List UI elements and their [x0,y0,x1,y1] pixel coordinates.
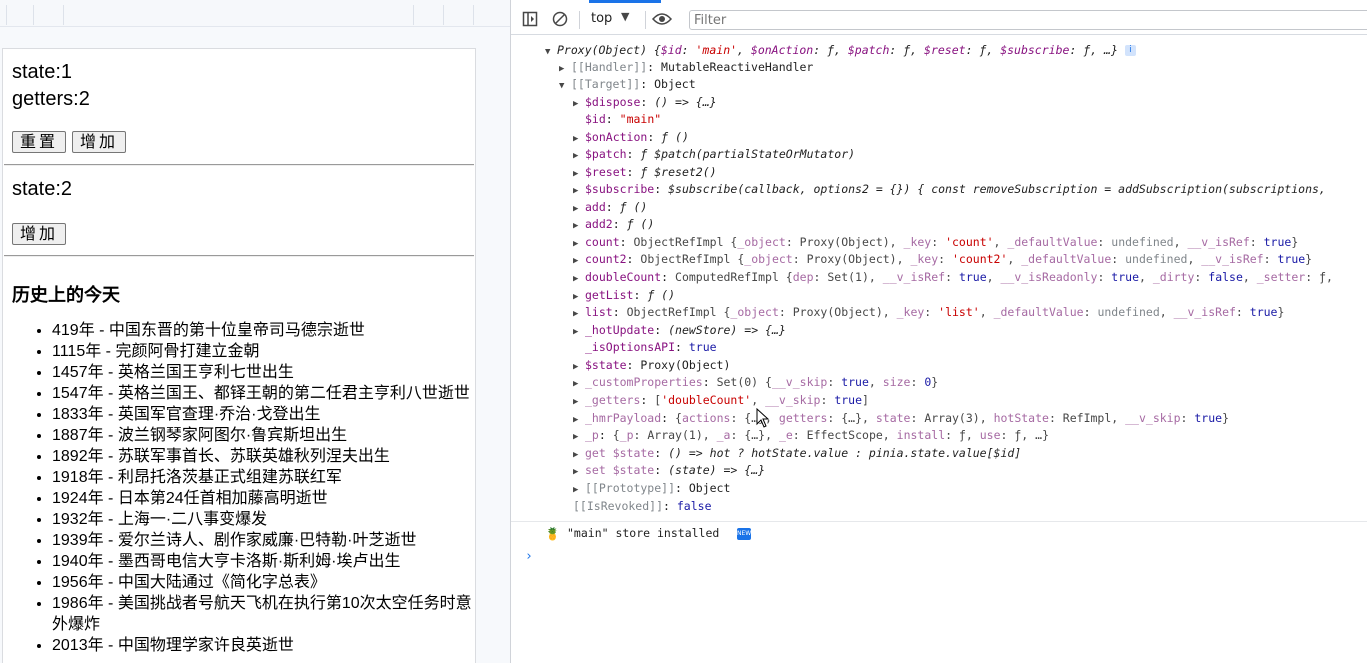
history-item: 1986年 - 美国挑战者号航天飞机在执行第10次太空任务时意外爆炸 [52,593,474,635]
tree-row[interactable]: ▶ $state: Proxy(Object) [573,357,730,374]
tree-row: _isOptionsAPI: true [585,340,717,354]
divider [4,164,474,166]
info-icon[interactable]: i [1124,45,1136,56]
history-item: 1887年 - 波兰钢琴家阿图尔·鲁宾斯坦出生 [52,425,474,446]
context-selector[interactable]: top [591,11,612,26]
history-item: 1833年 - 英国军官查理·乔治·戈登出生 [52,404,474,425]
console-toolbar: top ▼ [511,4,1367,35]
tree-row[interactable]: ▶ $patch: ƒ $patch(partialStateOrMutator) [573,146,855,163]
devtools-panel: top ▼ ▼Proxy(Object) {$id: 'main', $onAc… [510,0,1367,663]
console-output: ▼ Proxy(Object) {$id: 'main', $onAction: … [511,35,1367,663]
chevron-down-icon[interactable]: ▼ [621,10,629,23]
tree-row: [[IsRevoked]]: false [573,499,712,513]
tree-row[interactable]: ▶ add: ƒ () [573,199,647,216]
tree-row[interactable]: ▶ $onAction: ƒ () [573,129,689,146]
tree-row[interactable]: ▶ doubleCount: ComputedRefImpl {dep: Set(… [573,269,1333,286]
tree-row[interactable]: ▶ _p: {_p: Array(1), _a: {…}, _e: EffectS… [573,427,1049,444]
app-pane: state:1 getters:2 重置 增加 state:2 增加 历史上的今… [0,0,510,663]
divider [4,255,474,257]
tree-row[interactable]: ▶ count2: ObjectRefImpl {_object: Proxy(O… [573,251,1312,268]
store-installed-message: "main" store installed [567,526,720,540]
tree-row[interactable]: ▶ get $state: () => hot ? hotState.value … [573,445,1021,462]
tree-row[interactable]: ▶ [[Prototype]]: Object [573,480,730,497]
tree-row[interactable]: ▶ $dispose: () => {…} [573,94,717,111]
history-item: 1940年 - 墨西哥电信大亨卡洛斯·斯利姆·埃卢出生 [52,551,474,572]
app-container: state:1 getters:2 重置 增加 state:2 增加 历史上的今… [2,48,476,663]
tree-row[interactable]: ▶ $reset: ƒ $reset2() [573,164,717,181]
tree-row[interactable]: ▶ $subscribe: $subscribe(callback, option… [573,181,1326,198]
history-item: 1115年 - 完颜阿骨打建立金朝 [52,341,474,362]
history-item: 1956年 - 中国大陆通过《简化字总表》 [52,572,474,593]
filter-input[interactable] [689,10,1367,30]
add-button-2[interactable]: 增加 [12,223,67,245]
state-1-text: state:1 [12,61,73,83]
proxy-object-row[interactable]: ▼ Proxy(Object) {$id: 'main', $onAction: … [545,42,1136,59]
tree-row[interactable]: ▶ _customProperties: Set(0) {__v_skip: tr… [573,374,938,391]
console-prompt[interactable]: › [525,549,533,564]
history-item: 1939年 - 爱尔兰诗人、剧作家威廉·巴特勒·叶芝逝世 [52,530,474,551]
clear-console-icon[interactable] [551,10,569,28]
tree-row[interactable]: ▶ set $state: (state) => {…} [573,462,765,479]
sidebar-toggle-icon[interactable] [521,10,539,28]
pineapple-icon: 🍍 [545,527,560,541]
reset-button[interactable]: 重置 [12,131,67,153]
history-item: 419年 - 中国东晋的第十位皇帝司马德宗逝世 [52,320,474,341]
history-item: 1918年 - 利昂托洛茨基正式组建苏联红军 [52,467,474,488]
add-button[interactable]: 增加 [72,131,127,153]
history-item: 2013年 - 中国物理学家许良英逝世 [52,635,474,656]
mouse-cursor-icon [756,408,770,428]
new-badge: NEW [737,528,751,540]
tree-row[interactable]: ▶ _hmrPayload: {actions: {…}, getters: {…… [573,410,1229,427]
tree-row[interactable]: ▶ _hotUpdate: (newStore) => {…} [573,322,786,339]
tree-row[interactable]: ▶ add2: ƒ () [573,216,654,233]
history-title: 历史上的今天 [12,285,120,305]
eye-icon[interactable] [651,10,673,28]
history-item: 1547年 - 英格兰国王、都铎王朝的第二任君主亨利八世逝世 [52,383,474,404]
history-list: 419年 - 中国东晋的第十位皇帝司马德宗逝世1115年 - 完颜阿骨打建立金朝… [12,320,474,656]
active-tab-indicator [589,0,661,3]
tree-row[interactable]: ▶ getList: ƒ () [573,287,675,304]
tree-row[interactable]: ▶ list: ObjectRefImpl {_object: Proxy(Obj… [573,304,1284,321]
tree-row[interactable]: ▶ _getters: ['doubleCount', __v_skip: tru… [573,392,869,409]
history-item: 1924年 - 日本第24任首相加藤高明逝世 [52,488,474,509]
getters-text: getters:2 [12,88,90,110]
history-item: 1892年 - 苏联军事首长、苏联英雄秋列涅夫出生 [52,446,474,467]
history-item: 1932年 - 上海一·二八事变爆发 [52,509,474,530]
history-item: 1457年 - 英格兰国王亨利七世出生 [52,362,474,383]
tree-row[interactable]: ▼ [[Target]]: Object [559,76,696,93]
tree-row[interactable]: ▶ count: ObjectRefImpl {_object: Proxy(Ob… [573,234,1298,251]
tree-row[interactable]: ▶ [[Handler]]: MutableReactiveHandler [559,59,813,76]
state-2-text: state:2 [12,178,73,200]
ruler-bar [0,0,510,27]
message-divider [511,521,1367,522]
tree-row: $id: "main" [585,112,662,126]
